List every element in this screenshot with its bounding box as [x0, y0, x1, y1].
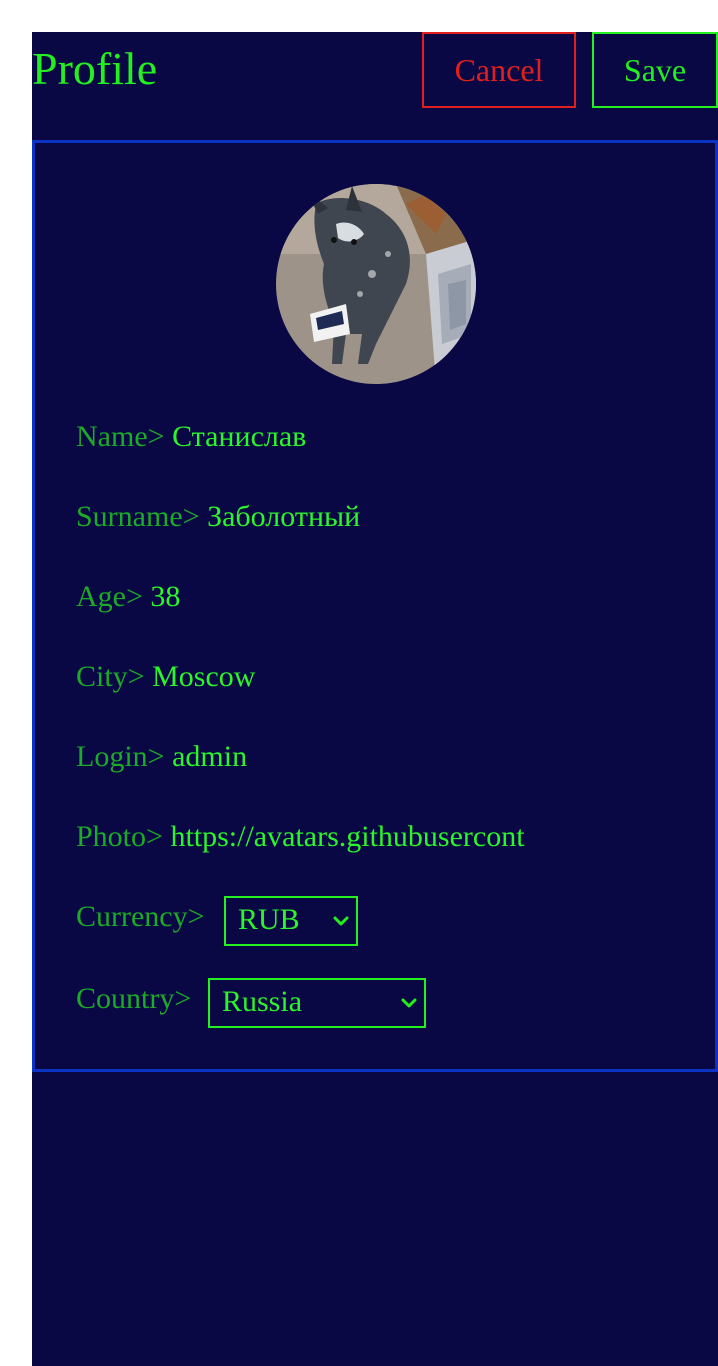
photo-label: Photo> — [76, 820, 163, 853]
profile-card: Name> Станислав Surname> Заболотный Age>… — [32, 140, 718, 1072]
cancel-button[interactable]: Cancel — [422, 32, 576, 108]
chevron-down-icon — [401, 998, 417, 1008]
currency-field: Currency> — [76, 899, 205, 935]
city-field: City> Moscow — [76, 659, 255, 695]
surname-field: Surname> Заболотный — [76, 499, 360, 535]
country-field: Country> — [76, 981, 191, 1017]
country-select[interactable]: Russia — [208, 978, 426, 1028]
age-value[interactable]: 38 — [150, 580, 180, 613]
name-label: Name> — [76, 420, 165, 453]
name-field: Name> Станислав — [76, 419, 306, 455]
chevron-down-icon — [333, 916, 349, 926]
currency-label: Currency> — [76, 900, 205, 933]
country-selected-value: Russia — [222, 985, 303, 1018]
currency-selected-value: RUB — [238, 903, 300, 936]
country-label: Country> — [76, 982, 192, 1015]
city-value[interactable]: Moscow — [152, 660, 255, 693]
photo-field: Photo> https://avatars.githubusercont — [76, 819, 525, 855]
login-label: Login> — [76, 740, 165, 773]
photo-value[interactable]: https://avatars.githubusercont — [170, 820, 524, 853]
age-field: Age> 38 — [76, 579, 180, 615]
profile-screen: Profile Cancel Save Name> Станислав Surn… — [32, 32, 718, 1366]
save-button[interactable]: Save — [592, 32, 718, 108]
login-value[interactable]: admin — [172, 740, 247, 773]
page-title: Profile — [32, 43, 158, 94]
age-label: Age> — [76, 580, 143, 613]
login-field: Login> admin — [76, 739, 247, 775]
currency-select[interactable]: RUB — [224, 896, 358, 946]
name-value[interactable]: Станислав — [172, 420, 306, 453]
surname-value[interactable]: Заболотный — [207, 500, 360, 533]
city-label: City> — [76, 660, 145, 693]
surname-label: Surname> — [76, 500, 200, 533]
avatar — [276, 184, 476, 384]
dog-photo-avatar-icon — [276, 184, 476, 384]
